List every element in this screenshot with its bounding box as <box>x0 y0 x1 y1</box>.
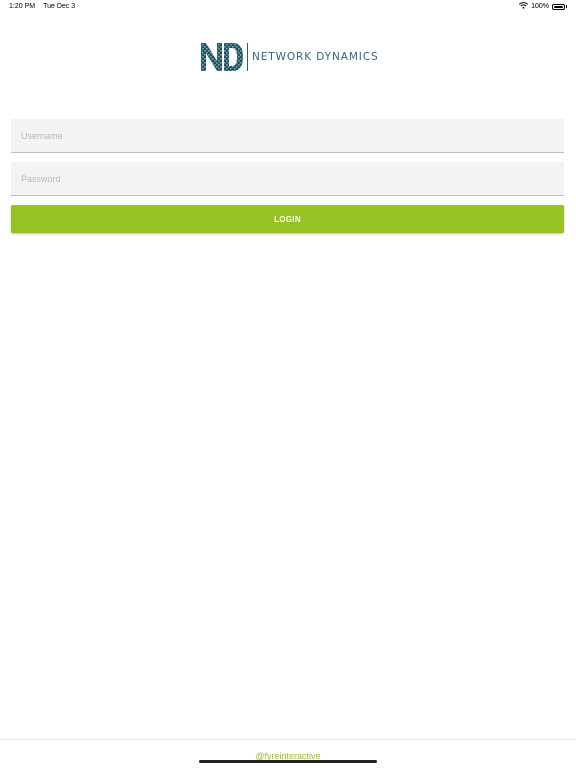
wifi-icon <box>519 2 529 11</box>
battery-icon <box>552 3 565 10</box>
password-input[interactable] <box>11 162 564 195</box>
status-right: 100% <box>519 2 567 11</box>
logo-divider <box>247 43 248 71</box>
footer: @fyreinteractive <box>0 739 576 768</box>
home-indicator[interactable] <box>199 760 377 763</box>
battery-fill <box>554 5 563 8</box>
username-input[interactable] <box>11 119 564 152</box>
logo-name: NETWORK DYNAMICS <box>252 51 379 63</box>
battery-nub <box>566 5 567 8</box>
network-dynamics-logo: NETWORK DYNAMICS <box>200 42 379 72</box>
password-field-container <box>11 162 564 196</box>
status-bar: 1:20 PM Tue Dec 3 100% <box>0 0 576 14</box>
battery-percent: 100% <box>531 3 549 10</box>
login-screen: 1:20 PM Tue Dec 3 100% NETWORK DYNAMICS … <box>0 0 576 768</box>
login-button[interactable]: LOGIN <box>11 205 564 233</box>
nd-logo-mark-icon <box>201 43 243 71</box>
status-date: Tue Dec 3 <box>43 3 76 10</box>
status-left: 1:20 PM Tue Dec 3 <box>9 3 75 10</box>
status-time: 1:20 PM <box>9 3 36 10</box>
username-field-container <box>11 119 564 153</box>
